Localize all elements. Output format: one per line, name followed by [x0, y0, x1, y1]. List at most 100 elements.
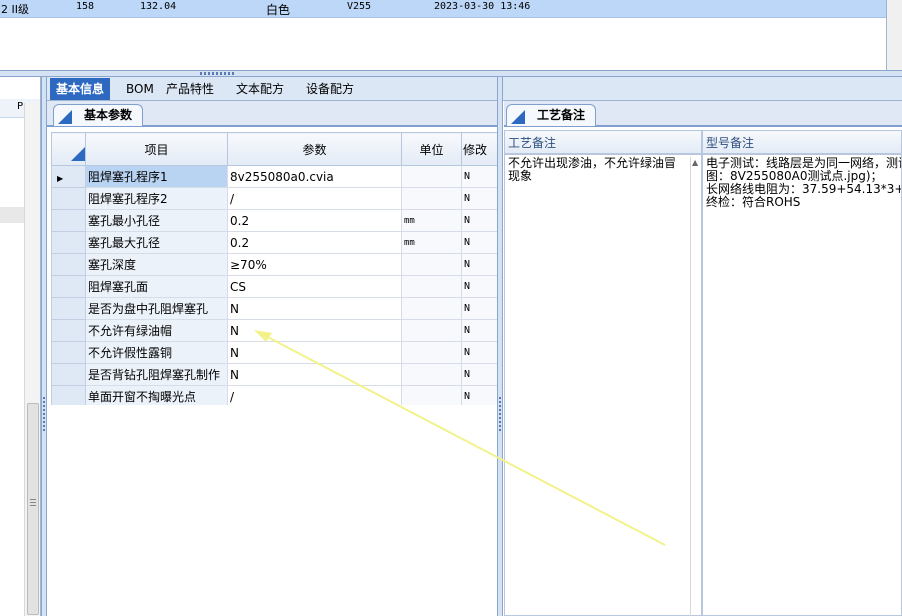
param-name-cell[interactable]: 是否背钻孔阻焊塞孔制作: [85, 363, 228, 386]
row-indicator[interactable]: [51, 231, 86, 254]
param-name-cell[interactable]: 塞孔深度: [85, 253, 228, 276]
table-row[interactable]: 阻焊塞孔程序2/ N: [51, 187, 497, 210]
row-indicator[interactable]: [51, 341, 86, 364]
param-unit-cell[interactable]: [401, 297, 462, 320]
memo-line: 不允许出现渗油，不允许绿油冒: [508, 156, 677, 170]
param-name-cell[interactable]: 是否为盘中孔阻焊塞孔: [85, 297, 228, 320]
row-indicator[interactable]: [51, 253, 86, 276]
param-unit-cell[interactable]: [401, 253, 462, 276]
param-modify-cell[interactable]: N: [461, 209, 497, 232]
left-list-panel: P ▲: [0, 77, 41, 616]
param-value-cell[interactable]: 0.2: [227, 209, 402, 232]
param-modify-cell[interactable]: N: [461, 297, 497, 320]
tab-text-recipe[interactable]: 文本配方: [230, 78, 290, 100]
main-tab-bar: 基本信息 BOM 产品特性 文本配方 设备配方: [47, 77, 902, 101]
tab-corner-icon: [58, 110, 72, 124]
row-indicator[interactable]: [51, 275, 86, 298]
tab-basic-info[interactable]: 基本信息: [50, 78, 111, 100]
param-name-cell[interactable]: 不允许有绿油帽: [85, 319, 228, 342]
table-row[interactable]: 是否背钻孔阻焊塞孔制作 N N: [51, 363, 497, 386]
param-name-cell[interactable]: 塞孔最大孔径: [85, 231, 228, 254]
splitter-grip-icon: [499, 397, 501, 433]
param-modify-cell[interactable]: N: [461, 363, 497, 386]
table-row[interactable]: 不允许有绿油帽 N N: [51, 319, 497, 342]
col-header-unit[interactable]: 单位: [401, 132, 462, 166]
param-value-cell[interactable]: N: [227, 297, 402, 320]
scroll-up-icon[interactable]: ▲: [692, 158, 698, 167]
splitter-grip-icon: [200, 72, 236, 75]
param-modify-cell[interactable]: N: [461, 253, 497, 276]
param-unit-cell[interactable]: [401, 363, 462, 386]
param-unit-cell[interactable]: [401, 165, 462, 188]
param-value-cell[interactable]: N: [227, 363, 402, 386]
middle-vertical-splitter[interactable]: [497, 77, 503, 616]
row-indicator[interactable]: [51, 319, 86, 342]
process-remark-memo[interactable]: 不允许出现渗油，不允许绿油冒 现象: [504, 154, 702, 616]
param-name-cell[interactable]: 不允许假性露铜: [85, 341, 228, 364]
param-unit-cell[interactable]: [401, 385, 462, 405]
param-unit-cell[interactable]: [401, 275, 462, 298]
param-value-cell[interactable]: ≥70%: [227, 253, 402, 276]
param-name-cell[interactable]: 阻焊塞孔面: [85, 275, 228, 298]
param-unit-cell[interactable]: mm: [401, 231, 462, 254]
param-value-cell[interactable]: N: [227, 341, 402, 364]
row-indicator[interactable]: [51, 187, 86, 210]
model-remark-memo[interactable]: 电子测试：线路层是为同一网络，测试 图：8V255080A0测试点.jpg)； …: [702, 154, 902, 616]
subtab-process-remarks[interactable]: 工艺备注: [506, 104, 597, 126]
table-row[interactable]: 塞孔最大孔径 0.2 mm N: [51, 231, 497, 254]
param-value-cell[interactable]: /: [227, 385, 402, 405]
col-header-modify[interactable]: 修改: [461, 132, 497, 166]
param-value-cell[interactable]: 8v255080a0.cvia: [227, 165, 402, 188]
memo-scrollbar[interactable]: ▲: [690, 157, 701, 616]
table-row[interactable]: 塞孔深度 ≥70% N: [51, 253, 497, 276]
table-row[interactable]: ▶ 阻焊塞孔程序1 8v255080a0.cvia N: [51, 165, 497, 188]
param-name-cell[interactable]: 塞孔最小孔径: [85, 209, 228, 232]
horizontal-splitter[interactable]: [0, 70, 902, 77]
row-indicator[interactable]: [51, 209, 86, 232]
param-modify-cell[interactable]: N: [461, 275, 497, 298]
grid-corner[interactable]: [51, 132, 86, 166]
remarks-headers: 工艺备注 型号备注: [504, 130, 902, 154]
left-vertical-scrollbar[interactable]: [24, 103, 40, 616]
row-indicator[interactable]: ▶: [51, 165, 86, 188]
param-modify-cell[interactable]: N: [461, 231, 497, 254]
params-grid: 项目 参数 单位 修改 ▶ 阻焊塞孔程序1 8v255080a0.cvia N 阻焊塞孔…: [51, 132, 497, 405]
col-header-param[interactable]: 参数: [227, 132, 402, 166]
tab-bom[interactable]: BOM: [120, 78, 160, 100]
remarks-subtab-bar: 工艺备注: [504, 101, 902, 127]
param-modify-cell[interactable]: N: [461, 341, 497, 364]
tab-equipment-recipe[interactable]: 设备配方: [300, 78, 360, 100]
param-modify-cell[interactable]: N: [461, 187, 497, 210]
param-unit-cell[interactable]: [401, 187, 462, 210]
table-row[interactable]: 塞孔最小孔径 0.2 mm N: [51, 209, 497, 232]
param-modify-cell[interactable]: N: [461, 385, 497, 405]
row-indicator[interactable]: [51, 363, 86, 386]
scrollbar-thumb[interactable]: [27, 403, 39, 615]
param-modify-cell[interactable]: N: [461, 165, 497, 188]
table-row[interactable]: 单面开窗不掏曝光点 / N: [51, 385, 497, 405]
param-value-cell[interactable]: 0.2: [227, 231, 402, 254]
param-unit-cell[interactable]: [401, 319, 462, 342]
param-value-cell[interactable]: N: [227, 319, 402, 342]
col-header-item[interactable]: 项目: [85, 132, 228, 166]
top-cell-color: 白色: [266, 3, 291, 17]
top-selected-row[interactable]: 2 II级 158 132.04 白色 V255 2023-03-30 13:4…: [0, 0, 886, 18]
top-right-scrollbar[interactable]: [887, 0, 902, 70]
param-value-cell[interactable]: /: [227, 187, 402, 210]
tab-product-features[interactable]: 产品特性: [160, 78, 220, 100]
param-value-cell[interactable]: CS: [227, 275, 402, 298]
table-row[interactable]: 阻焊塞孔面 CS N: [51, 275, 497, 298]
subtab-basic-params[interactable]: 基本参数: [53, 104, 144, 126]
param-unit-cell[interactable]: mm: [401, 209, 462, 232]
param-name-cell[interactable]: 单面开窗不掏曝光点: [85, 385, 228, 405]
table-row[interactable]: 不允许假性露铜 N N: [51, 341, 497, 364]
row-indicator[interactable]: [51, 385, 86, 405]
param-name-cell[interactable]: 阻焊塞孔程序2: [85, 187, 228, 210]
table-row[interactable]: 是否为盘中孔阻焊塞孔 N N: [51, 297, 497, 320]
param-modify-cell[interactable]: N: [461, 319, 497, 342]
param-name-cell[interactable]: 阻焊塞孔程序1: [85, 165, 228, 188]
thumb-grip-icon: [30, 499, 36, 507]
row-indicator[interactable]: [51, 297, 86, 320]
param-unit-cell[interactable]: [401, 341, 462, 364]
top-cell-date: 2023-03-30 13:46: [434, 1, 531, 12]
